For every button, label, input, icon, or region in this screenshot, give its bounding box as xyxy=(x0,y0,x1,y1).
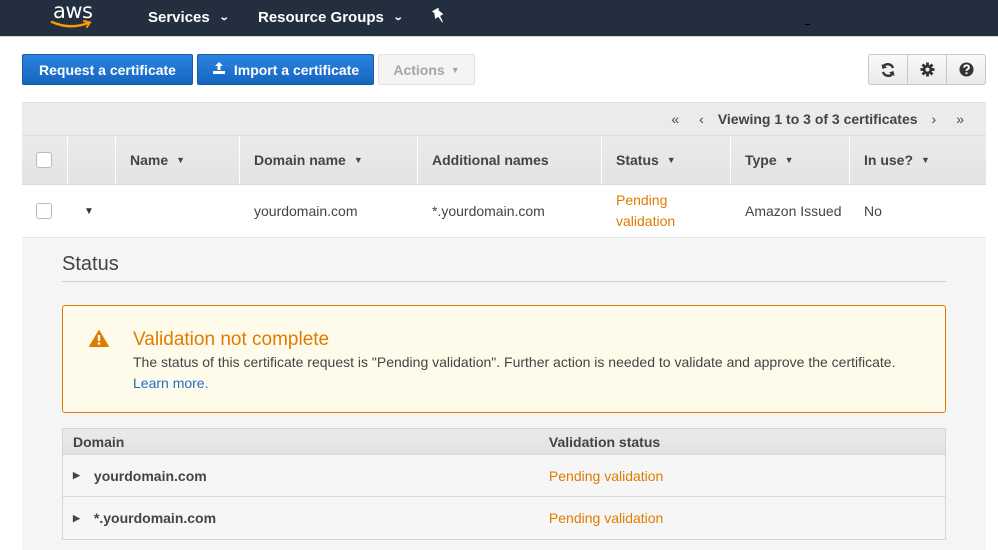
column-header-domain-name[interactable]: Domain name ▼ xyxy=(240,136,418,184)
column-header-status[interactable]: Status ▼ xyxy=(602,136,731,184)
column-label: Status xyxy=(616,152,659,168)
row-select-cell xyxy=(22,185,68,237)
validation-table-header: Domain Validation status xyxy=(63,428,945,455)
actions-label: Actions xyxy=(393,61,445,78)
import-certificate-button[interactable]: Import a certificate xyxy=(197,54,374,85)
cell-type: Amazon Issued xyxy=(745,203,842,219)
certificate-detail-panel: Status Validation not complete The statu… xyxy=(22,238,986,550)
select-all-cell xyxy=(22,136,68,184)
cell-additional-names: *.yourdomain.com xyxy=(432,203,545,219)
row-expand-cell: ▼ xyxy=(68,185,116,237)
expand-column-header xyxy=(68,136,116,184)
select-all-checkbox[interactable] xyxy=(36,152,52,168)
divider xyxy=(62,281,946,282)
cell-domain: ▶ yourdomain.com xyxy=(63,455,539,496)
column-header-additional-names: Additional names xyxy=(418,136,602,184)
column-header-validation-status: Validation status xyxy=(548,433,661,450)
cell-domain: ▶ *.yourdomain.com xyxy=(63,497,539,539)
request-certificate-label: Request a certificate xyxy=(39,61,176,78)
column-label: Additional names xyxy=(432,152,549,168)
request-certificate-button[interactable]: Request a certificate xyxy=(22,54,193,85)
sort-down-icon: ▼ xyxy=(921,155,930,165)
table-row[interactable]: ▼ yourdomain.com *.yourdomain.com Pendin… xyxy=(22,185,986,238)
aws-logo[interactable]: aws xyxy=(50,0,96,33)
column-header-name[interactable]: Name ▼ xyxy=(116,136,240,184)
sort-down-icon: ▼ xyxy=(784,155,794,165)
refresh-icon xyxy=(881,62,895,77)
pagination: « ‹ Viewing 1 to 3 of 3 certificates › » xyxy=(22,102,986,135)
domain-text: *.yourdomain.com xyxy=(93,510,217,526)
column-header-domain: Domain xyxy=(73,433,125,450)
top-nav: aws Services ⌄ Resource Groups ⌄ xyxy=(0,0,998,37)
import-certificate-label: Import a certificate xyxy=(233,61,360,78)
cell-domain-name: yourdomain.com xyxy=(254,203,358,219)
status-text-line2: validation xyxy=(616,213,676,229)
nav-divider xyxy=(805,24,810,25)
validation-row[interactable]: ▶ *.yourdomain.com Pending validation xyxy=(63,497,945,539)
services-menu[interactable]: Services ⌄ xyxy=(148,9,230,26)
alert-title: Validation not complete xyxy=(133,329,330,350)
learn-more-link[interactable]: Learn more. xyxy=(133,375,208,391)
resource-groups-menu[interactable]: Resource Groups ⌄ xyxy=(258,9,404,26)
table-header: Name ▼ Domain name ▼ Additional names St… xyxy=(22,135,986,185)
column-label: Name xyxy=(130,152,169,168)
detail-section-title: Status xyxy=(62,253,119,275)
column-label: Type xyxy=(745,152,777,168)
refresh-button[interactable] xyxy=(869,55,908,84)
validation-row[interactable]: ▶ yourdomain.com Pending validation xyxy=(63,455,945,497)
column-label: Domain name xyxy=(254,152,346,168)
warning-icon xyxy=(89,330,109,347)
help-icon xyxy=(958,62,974,77)
domain-validation-table: Domain Validation status ▶ yourdomain.co… xyxy=(62,428,946,540)
cell-status: Pending validation xyxy=(602,185,731,237)
column-label: In use? xyxy=(864,152,914,168)
resource-groups-label: Resource Groups xyxy=(258,9,384,26)
settings-button[interactable] xyxy=(908,55,947,84)
smile-arrow-icon xyxy=(50,20,92,28)
help-button[interactable] xyxy=(947,55,985,84)
gear-icon xyxy=(919,62,935,77)
next-page-button[interactable]: › xyxy=(932,111,937,127)
caret-right-icon[interactable]: ▶ xyxy=(73,513,80,524)
domain-text: yourdomain.com xyxy=(93,467,207,484)
cell-in-use: No xyxy=(864,203,882,219)
caret-down-icon[interactable]: ▼ xyxy=(84,206,94,217)
certificates-table: « ‹ Viewing 1 to 3 of 3 certificates › »… xyxy=(22,102,986,238)
status-badge: Pending validation xyxy=(616,190,675,232)
toolbar-icon-group xyxy=(868,54,986,85)
validation-alert: Validation not complete The status of th… xyxy=(62,305,946,413)
sort-down-icon: ▼ xyxy=(666,155,676,165)
prev-page-button[interactable]: ‹ xyxy=(699,111,704,127)
status-text-line1: Pending xyxy=(616,192,668,208)
column-header-type[interactable]: Type ▼ xyxy=(731,136,850,184)
alert-message: The status of this certificate request i… xyxy=(133,354,896,370)
actions-dropdown[interactable]: Actions ▼ xyxy=(378,54,475,85)
chevron-down-icon: ⌄ xyxy=(392,12,404,23)
pushpin-icon[interactable] xyxy=(431,7,446,28)
cell-name xyxy=(116,185,240,237)
row-checkbox[interactable] xyxy=(36,203,52,219)
cell-validation-status: Pending validation xyxy=(548,467,664,484)
sort-down-icon: ▼ xyxy=(176,155,186,165)
column-header-in-use[interactable]: In use? ▼ xyxy=(850,136,986,184)
services-label: Services xyxy=(148,9,210,26)
upload-icon xyxy=(212,61,226,78)
pagination-info: Viewing 1 to 3 of 3 certificates xyxy=(717,111,918,127)
caret-down-icon: ▼ xyxy=(450,64,460,75)
caret-right-icon[interactable]: ▶ xyxy=(73,470,80,481)
sort-down-icon: ▼ xyxy=(353,155,363,165)
cell-validation-status: Pending validation xyxy=(548,510,664,526)
last-page-button[interactable]: » xyxy=(956,111,964,127)
first-page-button[interactable]: « xyxy=(671,111,679,127)
chevron-down-icon: ⌄ xyxy=(218,12,230,23)
